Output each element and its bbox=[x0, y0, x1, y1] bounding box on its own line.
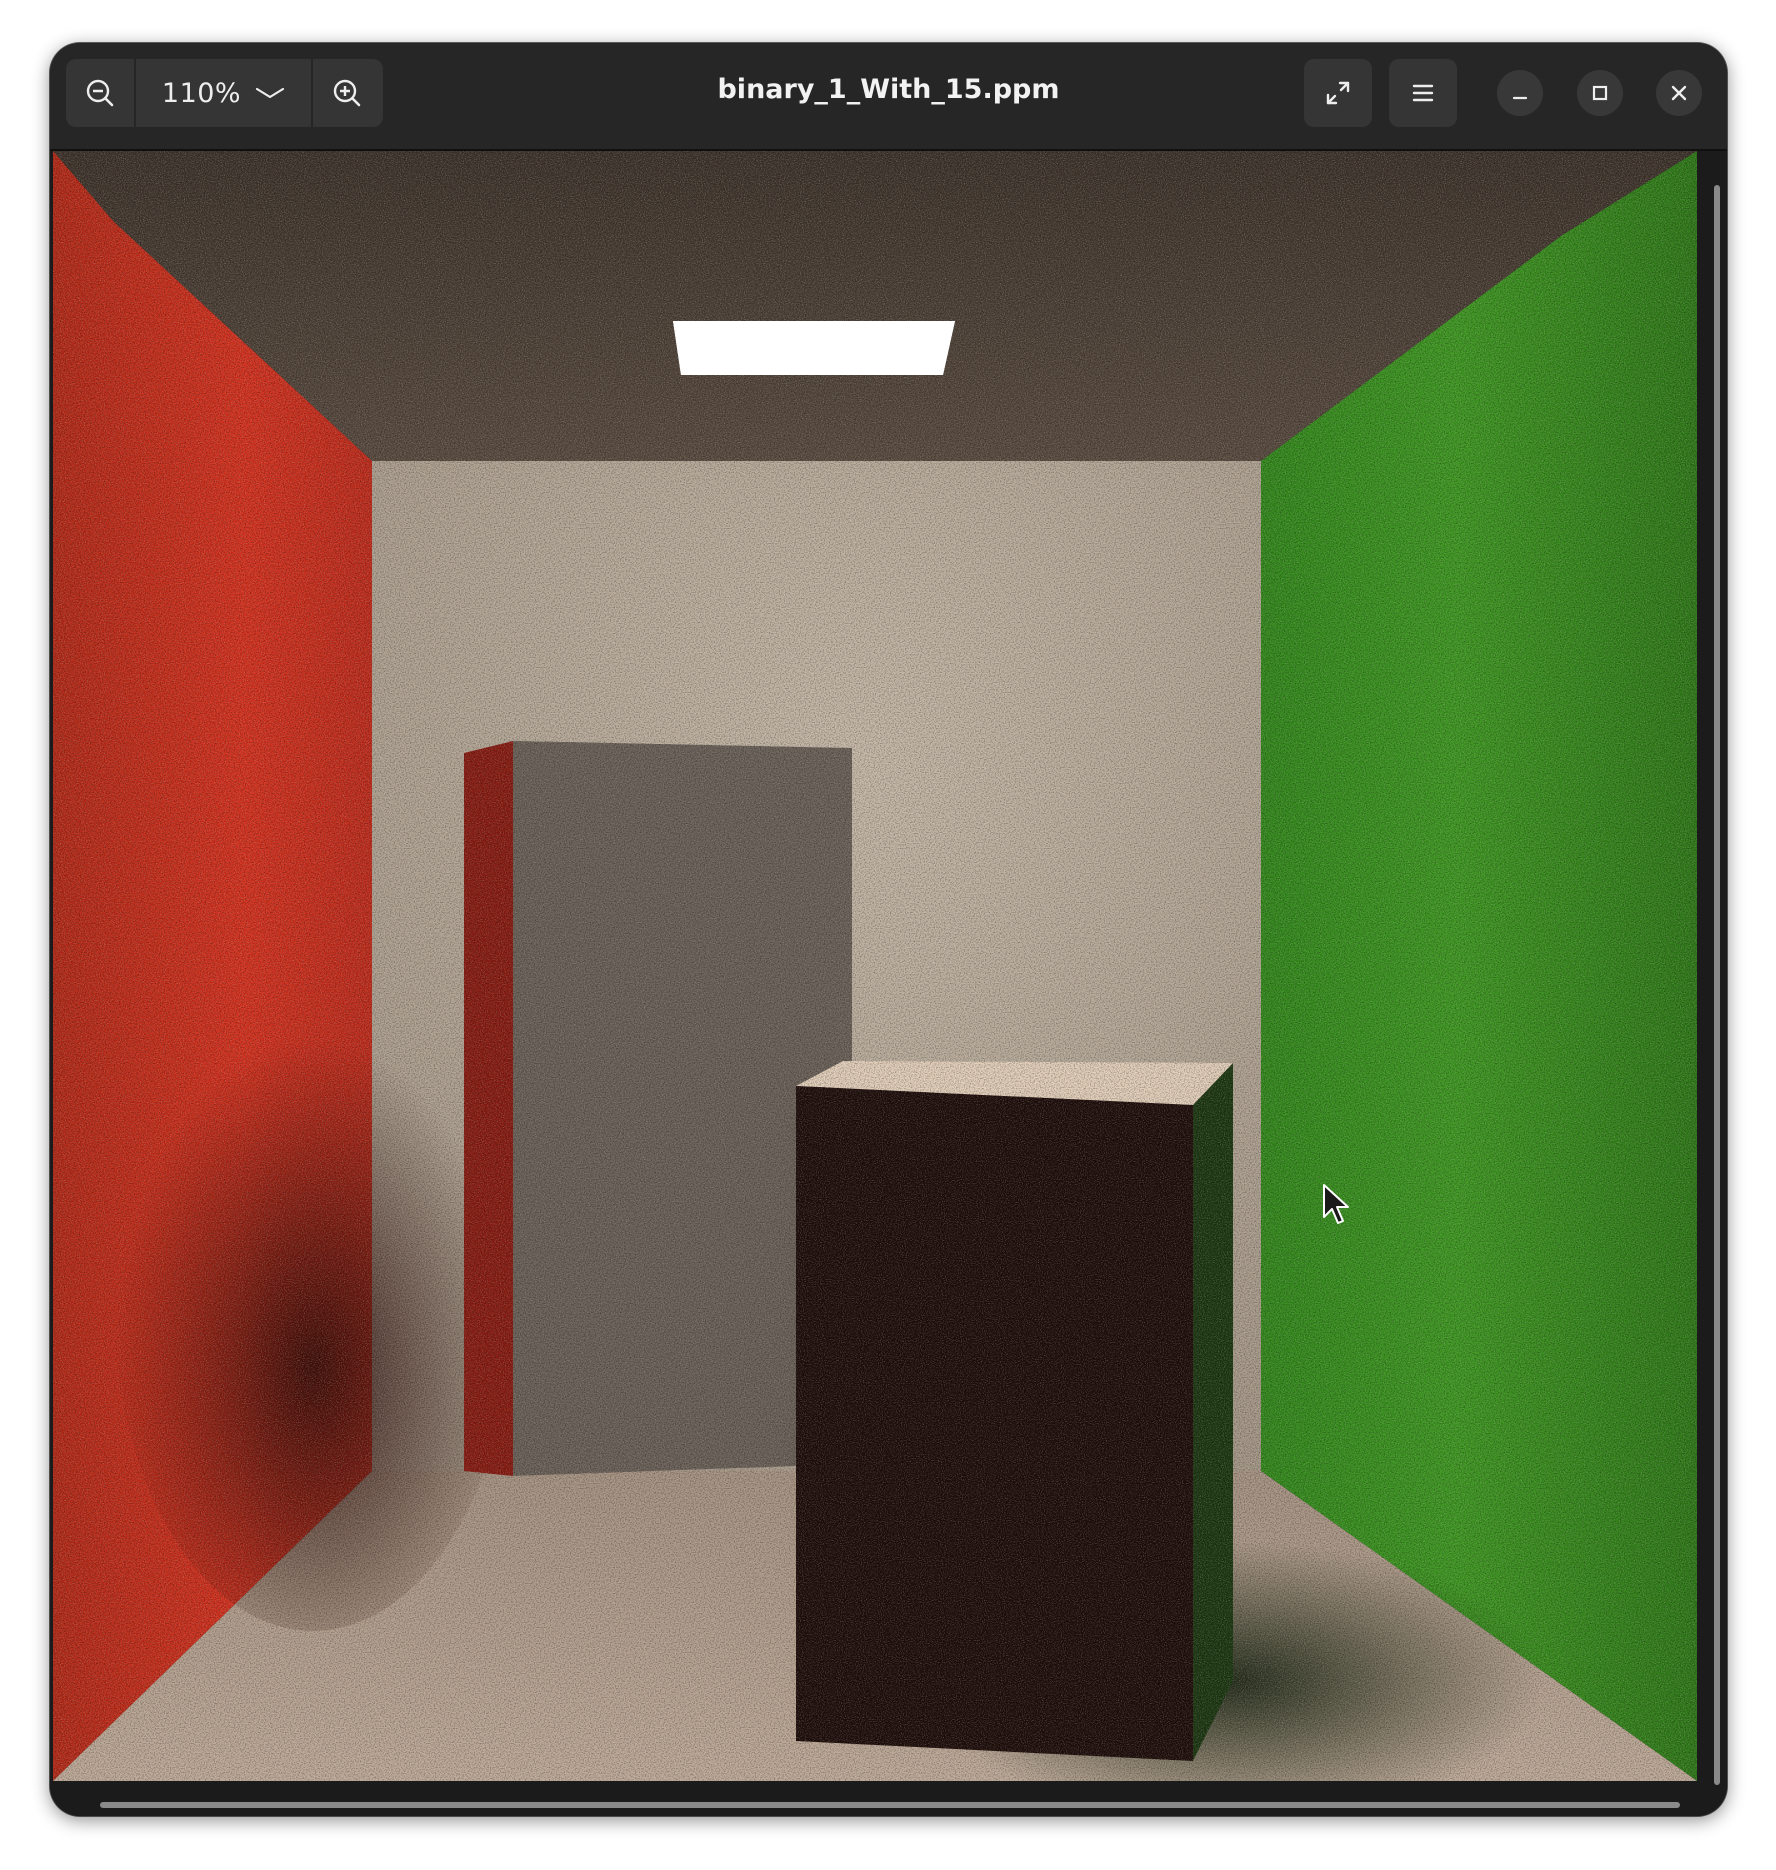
zoom-in-icon bbox=[333, 79, 361, 107]
zoom-controls: 110% bbox=[66, 59, 383, 127]
horizontal-scrollbar[interactable] bbox=[100, 1802, 1680, 1808]
render-noise-dark bbox=[53, 151, 1697, 1781]
image-canvas[interactable] bbox=[50, 151, 1727, 1816]
zoom-out-icon bbox=[86, 79, 114, 107]
vertical-scrollbar[interactable] bbox=[1714, 185, 1720, 1785]
header-bar[interactable]: 110% binary_1_With_15.ppm bbox=[50, 43, 1727, 151]
ceiling-light-clean bbox=[673, 321, 955, 375]
zoom-in-button[interactable] bbox=[313, 59, 381, 127]
image-viewer-window: 110% binary_1_With_15.ppm bbox=[50, 43, 1727, 1816]
fullscreen-icon bbox=[1326, 81, 1350, 105]
maximize-icon bbox=[1592, 85, 1608, 101]
zoom-level-dropdown[interactable]: 110% bbox=[136, 59, 311, 127]
minimize-icon bbox=[1512, 96, 1528, 100]
zoom-level-value: 110% bbox=[161, 77, 242, 109]
maximize-button[interactable] bbox=[1577, 70, 1623, 116]
fullscreen-button[interactable] bbox=[1304, 59, 1372, 127]
close-button[interactable] bbox=[1656, 70, 1702, 116]
hamburger-menu-icon bbox=[1412, 84, 1434, 102]
minimize-button[interactable] bbox=[1497, 70, 1543, 116]
zoom-out-button[interactable] bbox=[66, 59, 134, 127]
cornell-box-render bbox=[53, 151, 1697, 1781]
mouse-pointer-icon bbox=[1323, 1184, 1349, 1224]
close-icon bbox=[1671, 85, 1687, 101]
chevron-down-icon bbox=[255, 87, 285, 99]
main-menu-button[interactable] bbox=[1389, 59, 1457, 127]
